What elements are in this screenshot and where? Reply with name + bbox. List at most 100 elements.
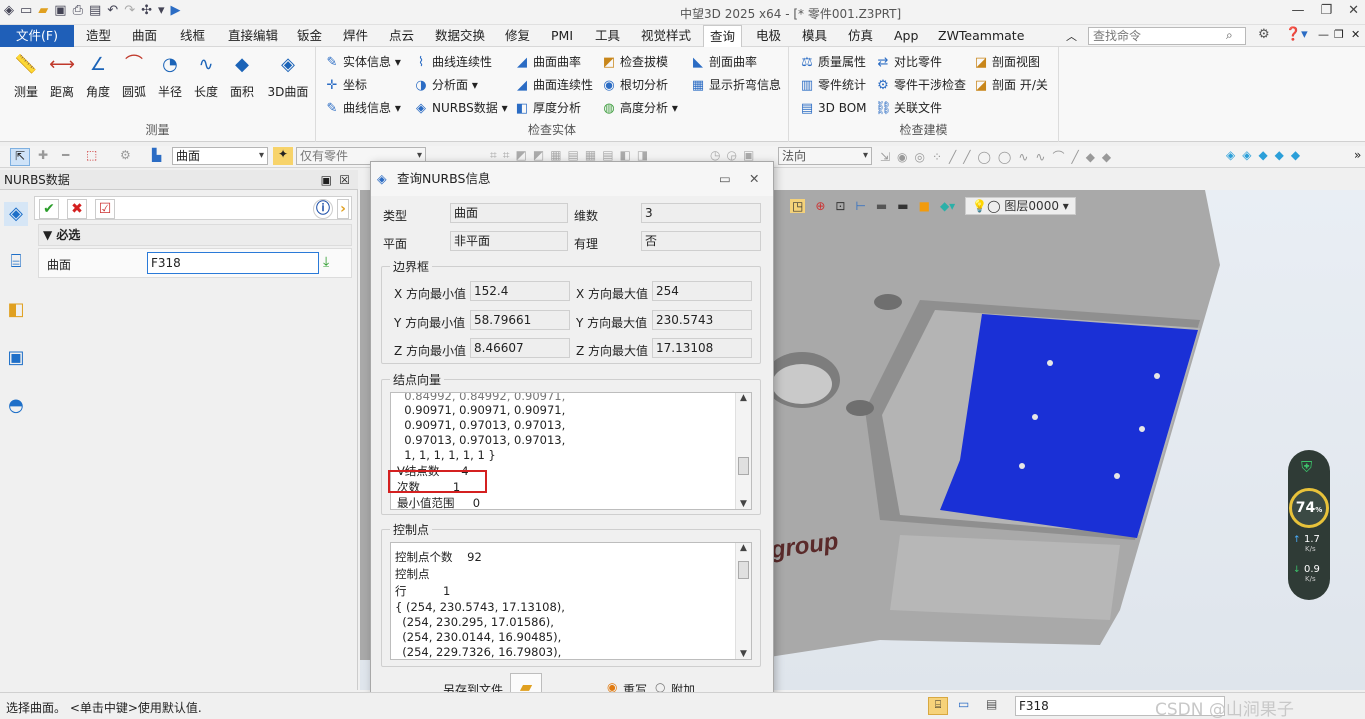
surface-curvature-button[interactable]: ◢ 曲面曲率 [514,52,581,72]
doc-close-icon[interactable]: ✕ [1351,28,1360,41]
required-section-header[interactable]: ▼ 必选 [38,224,352,246]
measure-button[interactable]: 📏 测量 [8,51,44,100]
panel-pin-icon[interactable]: ▣ [321,170,332,190]
3d-bom-button[interactable]: ▤ 3D BOM [799,98,867,118]
view-manager-icon[interactable]: ▣ [4,346,28,370]
apply-button[interactable]: ☑ [95,199,115,219]
confirm-button[interactable]: ✔ [39,199,59,219]
command-search-input[interactable]: 查找命令 [1088,27,1246,45]
cancel-button[interactable]: ✖ [67,199,87,219]
history-tree-icon[interactable]: ⌸ [4,250,28,274]
entity-info-button[interactable]: ✎ 实体信息 ▾ [324,52,401,72]
expand-panel-button[interactable]: › [337,199,349,219]
more-dropdown-icon[interactable]: ▾ [158,3,165,18]
scroll-down-icon[interactable]: ▼ [736,649,751,659]
print-icon[interactable]: ⎙ [73,3,83,18]
save-as-icon[interactable]: ▤ [89,3,101,18]
mass-properties-button[interactable]: ⚖ 质量属性 [799,52,866,72]
compare-parts-button[interactable]: ⇄ 对比零件 [875,52,942,72]
close-icon[interactable]: ✕ [1348,3,1359,18]
tab-repair[interactable]: 修复 [499,25,536,47]
nurbs-panel-icon[interactable]: ◈ [4,202,28,226]
filter-combo[interactable]: 曲面 [172,147,268,165]
add-icon[interactable]: ✚ [38,148,48,162]
tab-data-exchange[interactable]: 数据交换 [429,25,491,47]
distance-button[interactable]: ⟷ 距离 [44,51,80,100]
more-tools-icon[interactable]: » [1354,148,1361,162]
knot-scrollbar[interactable]: ▲ ▼ [735,393,751,509]
monitor-icon[interactable]: ▭ [958,697,969,711]
tab-inquire[interactable]: 查询 [703,25,743,48]
search-icon[interactable]: ⌕ [1226,28,1233,43]
redo-icon[interactable]: ↷ [124,3,135,18]
panel-close-icon[interactable]: ☒ [339,170,350,190]
section-curvature-button[interactable]: ◣ 剖面曲率 [690,52,757,72]
doc-restore-icon[interactable]: ❐ [1334,28,1344,41]
view-cube-icon[interactable]: ◆▾ [940,199,955,213]
tab-simulation[interactable]: 仿真 [842,25,879,47]
scroll-up-icon[interactable]: ▲ [736,543,751,553]
ctrl-scrollbar[interactable]: ▲ ▼ [735,543,751,659]
height-analysis-button[interactable]: ◍ 高度分析 ▾ [601,98,678,118]
thickness-analysis-button[interactable]: ◧ 厚度分析 [514,98,581,118]
select-arrow-icon[interactable]: ⇱ [10,148,30,166]
dialog-comment-icon[interactable]: ▭ [719,162,731,196]
part-statistics-button[interactable]: ▥ 零件统计 [799,75,866,95]
dialog-close-icon[interactable]: ✕ [749,162,759,196]
filter-toggle-icon[interactable]: ✦ [273,147,293,165]
minimize-icon[interactable]: — [1291,3,1304,18]
settings-icon[interactable]: ⚙ [1258,27,1270,42]
scroll-down-icon[interactable]: ▼ [736,499,751,509]
area-button[interactable]: ◆ 面积 [224,51,260,100]
tab-point-cloud[interactable]: 点云 [383,25,420,47]
origin-icon[interactable]: ⊕ [815,199,825,213]
arc-button[interactable]: ⌒ 圆弧 [116,51,152,100]
view-filter-icon[interactable]: ◳ [790,199,806,213]
selected-surface[interactable] [940,314,1198,538]
filter-icon[interactable]: ▙ [152,148,161,162]
tab-mold[interactable]: 模具 [796,25,833,47]
section-view-button[interactable]: ◪ 剖面视图 [973,52,1040,72]
user-icon[interactable]: ◓ [4,394,28,418]
tab-weldment[interactable]: 焊件 [337,25,374,47]
control-points-list[interactable]: 控制点个数 92 控制点 行 1 { (254, 230.5743, 17.13… [390,542,752,660]
view-tools-icon[interactable]: ◷◶▣ [710,148,760,162]
settings-gear-icon[interactable]: ⚙ [120,148,131,162]
render-mode-icon[interactable]: ▬ [876,199,887,213]
scroll-thumb[interactable] [738,457,749,475]
curve-info-button[interactable]: ✎ 曲线信息 ▾ [324,98,401,118]
tab-visual-style[interactable]: 视觉样式 [635,25,697,47]
collapse-ribbon-icon[interactable]: ︿ [1066,28,1077,44]
info-button[interactable]: ⓘ [313,199,333,219]
tab-direct-edit[interactable]: 直接编辑 [222,25,284,47]
network-widget[interactable]: ⛨ 74% ↑ 1.7 K/s ↓ 0.9 K/s [1288,450,1330,600]
help-icon[interactable]: ❓▾ [1285,27,1308,42]
undo-icon[interactable]: ↶ [107,3,118,18]
bend-info-button[interactable]: ▦ 显示折弯信息 [690,75,781,95]
line-style-icon[interactable]: ▬ [897,199,908,213]
box-select-icon[interactable]: ⬚ [86,148,97,162]
remove-icon[interactable]: ━ [62,148,69,162]
interference-check-button[interactable]: ⚙ 零件干涉检查 [875,75,966,95]
angle-button[interactable]: ∠ 角度 [80,51,116,100]
3d-surface-button[interactable]: ◈ 3D曲面 [266,51,310,100]
part-icon[interactable]: ◧ [4,298,28,322]
doc-minimize-icon[interactable]: — [1318,28,1329,41]
nurbs-data-button[interactable]: ◈ NURBS数据 ▾ [413,98,508,118]
input-mode-icon[interactable]: ⌸ [928,697,948,715]
open-file-icon[interactable]: ▰ [38,3,48,18]
length-button[interactable]: ∿ 长度 [188,51,224,100]
fit-view-icon[interactable]: ⊡ [835,199,845,213]
tab-tools[interactable]: 工具 [589,25,626,47]
curve-continuity-button[interactable]: ⌇ 曲线连续性 [413,52,492,72]
section-toggle-button[interactable]: ◪ 剖面 开/关 [973,75,1048,95]
related-files-button[interactable]: ⛓ 关联文件 [875,98,942,118]
pick-icon[interactable]: ⤓ [323,254,329,270]
dimension-icon[interactable]: ⊢ [855,199,865,213]
face-analysis-button[interactable]: ◑ 分析面 ▾ [413,75,478,95]
save-icon[interactable]: ▣ [54,3,66,18]
color-swatch-icon[interactable]: ■ [919,199,930,213]
restore-icon[interactable]: ❐ [1320,3,1332,18]
scroll-up-icon[interactable]: ▲ [736,393,751,403]
file-menu[interactable]: 文件(F) [0,25,74,47]
